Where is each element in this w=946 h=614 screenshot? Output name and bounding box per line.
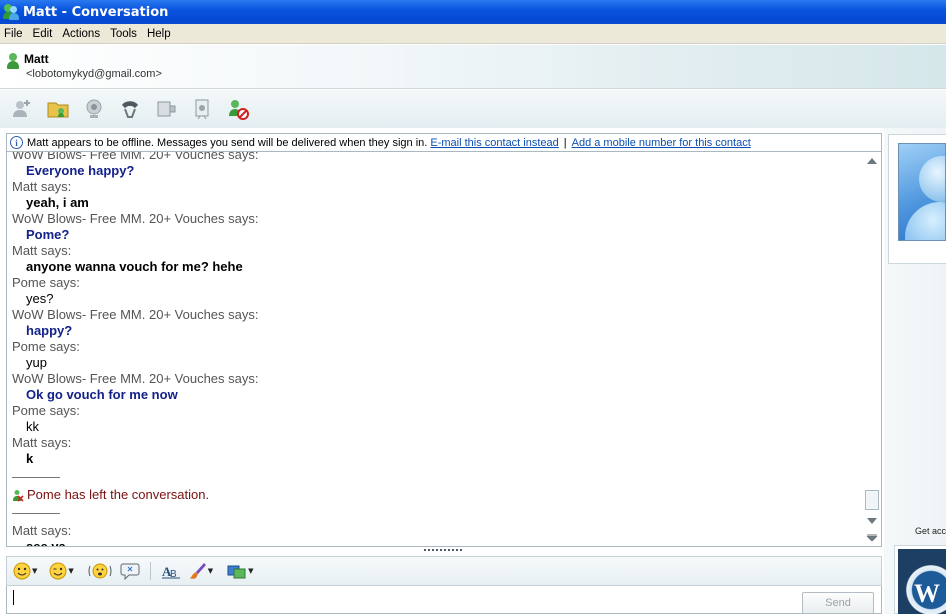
ad-caption: Get acc	[915, 526, 946, 536]
offline-info-bar: i Matt appears to be offline. Messages y…	[6, 133, 882, 152]
message-text: yup	[26, 355, 47, 370]
message-group: Matt says: anyone wanna vouch for me? he…	[12, 243, 862, 275]
offline-message: Matt appears to be offline. Messages you…	[27, 136, 428, 149]
emoticon-icon[interactable]: ▼	[13, 559, 37, 583]
message-text: anyone wanna vouch for me? hehe	[26, 259, 243, 274]
add-mobile-link[interactable]: Add a mobile number for this contact	[572, 137, 751, 149]
background-brush-icon[interactable]: ▼	[189, 559, 213, 583]
message-text: yeah, i am	[26, 195, 89, 210]
title-bar[interactable]: Matt - Conversation	[0, 0, 946, 24]
message-text: happy?	[26, 323, 73, 338]
voice-clip-icon[interactable]	[120, 559, 140, 583]
system-message-text: Pome has left the conversation.	[27, 487, 210, 502]
message-sender: Pome says:	[12, 339, 80, 354]
message-group: Pome says: yes?	[12, 275, 862, 307]
message-group: Pome says: kk	[12, 403, 862, 435]
email-contact-link[interactable]: E-mail this contact instead	[430, 137, 558, 149]
message-sender: Matt says:	[12, 435, 72, 450]
scroll-end-icon[interactable]	[867, 534, 877, 541]
scroll-thumb[interactable]	[865, 490, 879, 510]
menu-bar: File Edit Actions Tools Help	[0, 24, 946, 44]
info-icon: i	[10, 136, 23, 149]
message-text: yes?	[26, 291, 54, 306]
message-text: kk	[26, 419, 39, 434]
message-sender: WoW Blows- Free MM. 20+ Vouches says:	[12, 211, 259, 226]
video-icon[interactable]	[152, 95, 180, 123]
contact-display-picture[interactable]	[898, 143, 946, 241]
scroll-down-icon[interactable]	[867, 518, 877, 524]
block-icon[interactable]	[224, 95, 252, 123]
menu-actions[interactable]: Actions	[58, 28, 106, 40]
message-group: WoW Blows- Free MM. 20+ Vouches says: Po…	[12, 211, 862, 243]
activities-icon[interactable]	[188, 95, 216, 123]
divider	[12, 477, 60, 487]
conversation-toolbar	[0, 90, 946, 128]
wink-icon[interactable]: ▼	[49, 559, 74, 583]
ad-logo[interactable]: W	[898, 549, 946, 614]
message-text: Everyone happy?	[26, 163, 135, 178]
send-button[interactable]: Send	[802, 592, 874, 614]
message-text: Pome?	[26, 227, 70, 242]
send-files-icon[interactable]	[44, 95, 72, 123]
divider	[12, 513, 60, 523]
contact-name[interactable]: Matt	[24, 52, 49, 66]
toolbar-separator	[149, 562, 151, 580]
message-group: Pome says: yup	[12, 339, 862, 371]
contact-header: Matt <lobotomykyd@gmail.com>	[0, 45, 946, 89]
message-sender: WoW Blows- Free MM. 20+ Vouches says:	[12, 371, 259, 386]
call-icon[interactable]	[116, 95, 144, 123]
message-sender: Matt says:	[12, 243, 72, 258]
message-sender: Matt says:	[12, 523, 72, 538]
message-sender: Pome says:	[12, 275, 80, 290]
message-group: WoW Blows- Free MM. 20+ Vouches says: ha…	[12, 307, 862, 339]
nudge-icon[interactable]	[88, 559, 112, 583]
message-text: see ya	[26, 539, 66, 547]
window-title: Matt - Conversation	[23, 4, 169, 20]
webcam-icon[interactable]	[80, 95, 108, 123]
message-text: k	[26, 451, 34, 466]
format-toolbar: ▼ ▼ AB ▼ ▼	[6, 556, 882, 586]
text-cursor	[13, 590, 14, 605]
message-group: WoW Blows- Free MM. 20+ Vouches says: Ok…	[12, 371, 862, 403]
menu-tools[interactable]: Tools	[106, 28, 143, 40]
scroll-up-icon[interactable]	[867, 158, 877, 164]
share-icon[interactable]: ▼	[227, 559, 254, 583]
invite-contact-icon[interactable]	[8, 95, 36, 123]
message-group: Matt says: k	[12, 435, 862, 467]
menu-file[interactable]: File	[0, 28, 29, 40]
message-group: Matt says: see ya	[12, 523, 862, 547]
message-input[interactable]	[6, 586, 882, 614]
menu-help[interactable]: Help	[143, 28, 177, 40]
font-icon[interactable]: AB	[161, 559, 181, 583]
conversation-scrollbar[interactable]	[863, 152, 881, 546]
contact-status-icon	[5, 53, 21, 69]
link-separator: |	[563, 136, 567, 149]
contact-email: <lobotomykyd@gmail.com>	[26, 68, 162, 80]
conversation-history[interactable]: WoW Blows- Free MM. 20+ Vouches says: Ev…	[6, 152, 882, 547]
system-message: Pome has left the conversation.	[12, 487, 862, 503]
resize-handle[interactable]	[424, 549, 462, 552]
message-text: Ok go vouch for me now	[26, 387, 178, 402]
message-sender: Pome says:	[12, 403, 80, 418]
message-sender: WoW Blows- Free MM. 20+ Vouches says:	[12, 307, 259, 322]
message-group: Matt says: yeah, i am	[12, 179, 862, 211]
menu-edit[interactable]: Edit	[29, 28, 59, 40]
left-conversation-icon	[12, 489, 24, 502]
message-sender: WoW Blows- Free MM. 20+ Vouches says:	[12, 152, 259, 162]
messenger-buddy-icon	[3, 4, 19, 20]
message-sender: Matt says:	[12, 179, 72, 194]
message-group: WoW Blows- Free MM. 20+ Vouches says: Ev…	[12, 152, 862, 179]
